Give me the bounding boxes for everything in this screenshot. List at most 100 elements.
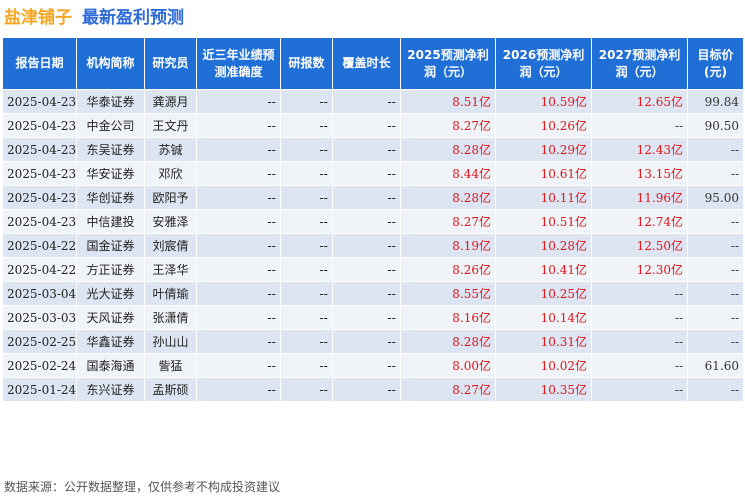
table-row: 2025-03-04 光大证券 叶倩瑜 -- -- -- 8.55亿 10.25亿 -- -- — [2, 281, 744, 306]
cell-coverage: -- — [332, 377, 401, 402]
col-header-target: 目标价(元) — [687, 37, 744, 90]
cell-coverage: -- — [332, 113, 401, 138]
cell-profit-2026: 10.35亿 — [495, 377, 592, 402]
cell-profit-2025: 8.28亿 — [400, 329, 496, 354]
cell-coverage: -- — [332, 161, 401, 186]
table-row: 2025-04-23 中信建投 安雅泽 -- -- -- 8.27亿 10.51亿 12.74亿… — [2, 209, 744, 234]
cell-coverage: -- — [332, 329, 401, 354]
cell-org: 国泰海通 — [76, 353, 145, 378]
cell-profit-2025: 8.00亿 — [400, 353, 496, 378]
col-header-researcher: 研究员 — [144, 37, 197, 90]
cell-date: 2025-04-23 — [2, 89, 77, 114]
cell-org: 国金证券 — [76, 233, 145, 258]
cell-reports: -- — [280, 281, 333, 306]
cell-accuracy: -- — [196, 257, 281, 282]
cell-profit-2026: 10.29亿 — [495, 137, 592, 162]
cell-profit-2027: 13.15亿 — [591, 161, 688, 186]
cell-coverage: -- — [332, 353, 401, 378]
cell-coverage: -- — [332, 281, 401, 306]
cell-target-price: -- — [687, 377, 744, 402]
cell-profit-2025: 8.28亿 — [400, 137, 496, 162]
cell-profit-2027: 12.50亿 — [591, 233, 688, 258]
cell-profit-2026: 10.11亿 — [495, 185, 592, 210]
cell-date: 2025-04-23 — [2, 113, 77, 138]
cell-accuracy: -- — [196, 281, 281, 306]
cell-reports: -- — [280, 329, 333, 354]
forecast-table: 报告日期 机构简称 研究员 近三年业绩预测准确度 研报数 覆盖时长 2025预测… — [2, 37, 744, 402]
col-header-2026: 2026预测净利润（元） — [495, 37, 592, 90]
cell-coverage: -- — [332, 89, 401, 114]
cell-target-price: 90.50 — [687, 113, 744, 138]
cell-org: 华泰证券 — [76, 89, 145, 114]
cell-profit-2025: 8.28亿 — [400, 185, 496, 210]
cell-target-price: -- — [687, 305, 744, 330]
cell-accuracy: -- — [196, 329, 281, 354]
col-header-org: 机构简称 — [76, 37, 145, 90]
cell-researcher: 刘宸倩 — [144, 233, 197, 258]
cell-researcher: 邓欣 — [144, 161, 197, 186]
cell-profit-2025: 8.55亿 — [400, 281, 496, 306]
cell-researcher: 欧阳予 — [144, 185, 197, 210]
col-header-2027: 2027预测净利润（元） — [591, 37, 688, 90]
cell-reports: -- — [280, 161, 333, 186]
table-row: 2025-04-22 方正证券 王泽华 -- -- -- 8.26亿 10.41亿 12.30亿… — [2, 257, 744, 282]
col-header-accuracy: 近三年业绩预测准确度 — [196, 37, 281, 90]
cell-date: 2025-03-04 — [2, 281, 77, 306]
cell-researcher: 孟斯硕 — [144, 377, 197, 402]
cell-profit-2025: 8.19亿 — [400, 233, 496, 258]
cell-accuracy: -- — [196, 233, 281, 258]
data-source-note: 数据来源：公开数据整理，仅供参考不构成投资建议 — [4, 480, 281, 494]
cell-profit-2027: 12.74亿 — [591, 209, 688, 234]
cell-target-price: 99.84 — [687, 89, 744, 114]
cell-reports: -- — [280, 305, 333, 330]
cell-date: 2025-03-03 — [2, 305, 77, 330]
cell-profit-2026: 10.26亿 — [495, 113, 592, 138]
cell-researcher: 孙山山 — [144, 329, 197, 354]
cell-accuracy: -- — [196, 113, 281, 138]
table-row: 2025-04-23 华创证券 欧阳予 -- -- -- 8.28亿 10.11亿 11.96亿… — [2, 185, 744, 210]
cell-profit-2026: 10.59亿 — [495, 89, 592, 114]
cell-profit-2025: 8.51亿 — [400, 89, 496, 114]
cell-target-price: -- — [687, 161, 744, 186]
cell-profit-2026: 10.61亿 — [495, 161, 592, 186]
cell-date: 2025-04-23 — [2, 161, 77, 186]
cell-date: 2025-02-24 — [2, 353, 77, 378]
cell-researcher: 苏铖 — [144, 137, 197, 162]
cell-org: 方正证券 — [76, 257, 145, 282]
cell-researcher: 叶倩瑜 — [144, 281, 197, 306]
cell-accuracy: -- — [196, 377, 281, 402]
cell-researcher: 张潇倩 — [144, 305, 197, 330]
col-header-date: 报告日期 — [2, 37, 77, 90]
col-header-reports: 研报数 — [280, 37, 333, 90]
cell-coverage: -- — [332, 233, 401, 258]
cell-org: 东兴证券 — [76, 377, 145, 402]
cell-date: 2025-04-23 — [2, 137, 77, 162]
cell-coverage: -- — [332, 185, 401, 210]
cell-profit-2027: -- — [591, 329, 688, 354]
cell-coverage: -- — [332, 209, 401, 234]
cell-profit-2027: 12.43亿 — [591, 137, 688, 162]
table-row: 2025-04-23 东吴证券 苏铖 -- -- -- 8.28亿 10.29亿 12.43亿 -… — [2, 137, 744, 162]
cell-org: 华鑫证券 — [76, 329, 145, 354]
cell-accuracy: -- — [196, 305, 281, 330]
cell-profit-2027: -- — [591, 113, 688, 138]
cell-accuracy: -- — [196, 209, 281, 234]
cell-profit-2026: 10.41亿 — [495, 257, 592, 282]
cell-org: 天风证券 — [76, 305, 145, 330]
cell-profit-2027: -- — [591, 377, 688, 402]
cell-profit-2026: 10.14亿 — [495, 305, 592, 330]
cell-date: 2025-01-24 — [2, 377, 77, 402]
cell-profit-2025: 8.27亿 — [400, 209, 496, 234]
cell-reports: -- — [280, 257, 333, 282]
cell-coverage: -- — [332, 305, 401, 330]
cell-reports: -- — [280, 137, 333, 162]
cell-reports: -- — [280, 185, 333, 210]
cell-profit-2025: 8.44亿 — [400, 161, 496, 186]
cell-target-price: -- — [687, 257, 744, 282]
cell-date: 2025-04-22 — [2, 233, 77, 258]
cell-org: 华安证券 — [76, 161, 145, 186]
cell-reports: -- — [280, 113, 333, 138]
cell-profit-2025: 8.27亿 — [400, 377, 496, 402]
table-row: 2025-04-23 华泰证券 龚源月 -- -- -- 8.51亿 10.59亿 12.65亿… — [2, 89, 744, 114]
table-row: 2025-04-23 中金公司 王文丹 -- -- -- 8.27亿 10.26亿 -- 90.5… — [2, 113, 744, 138]
